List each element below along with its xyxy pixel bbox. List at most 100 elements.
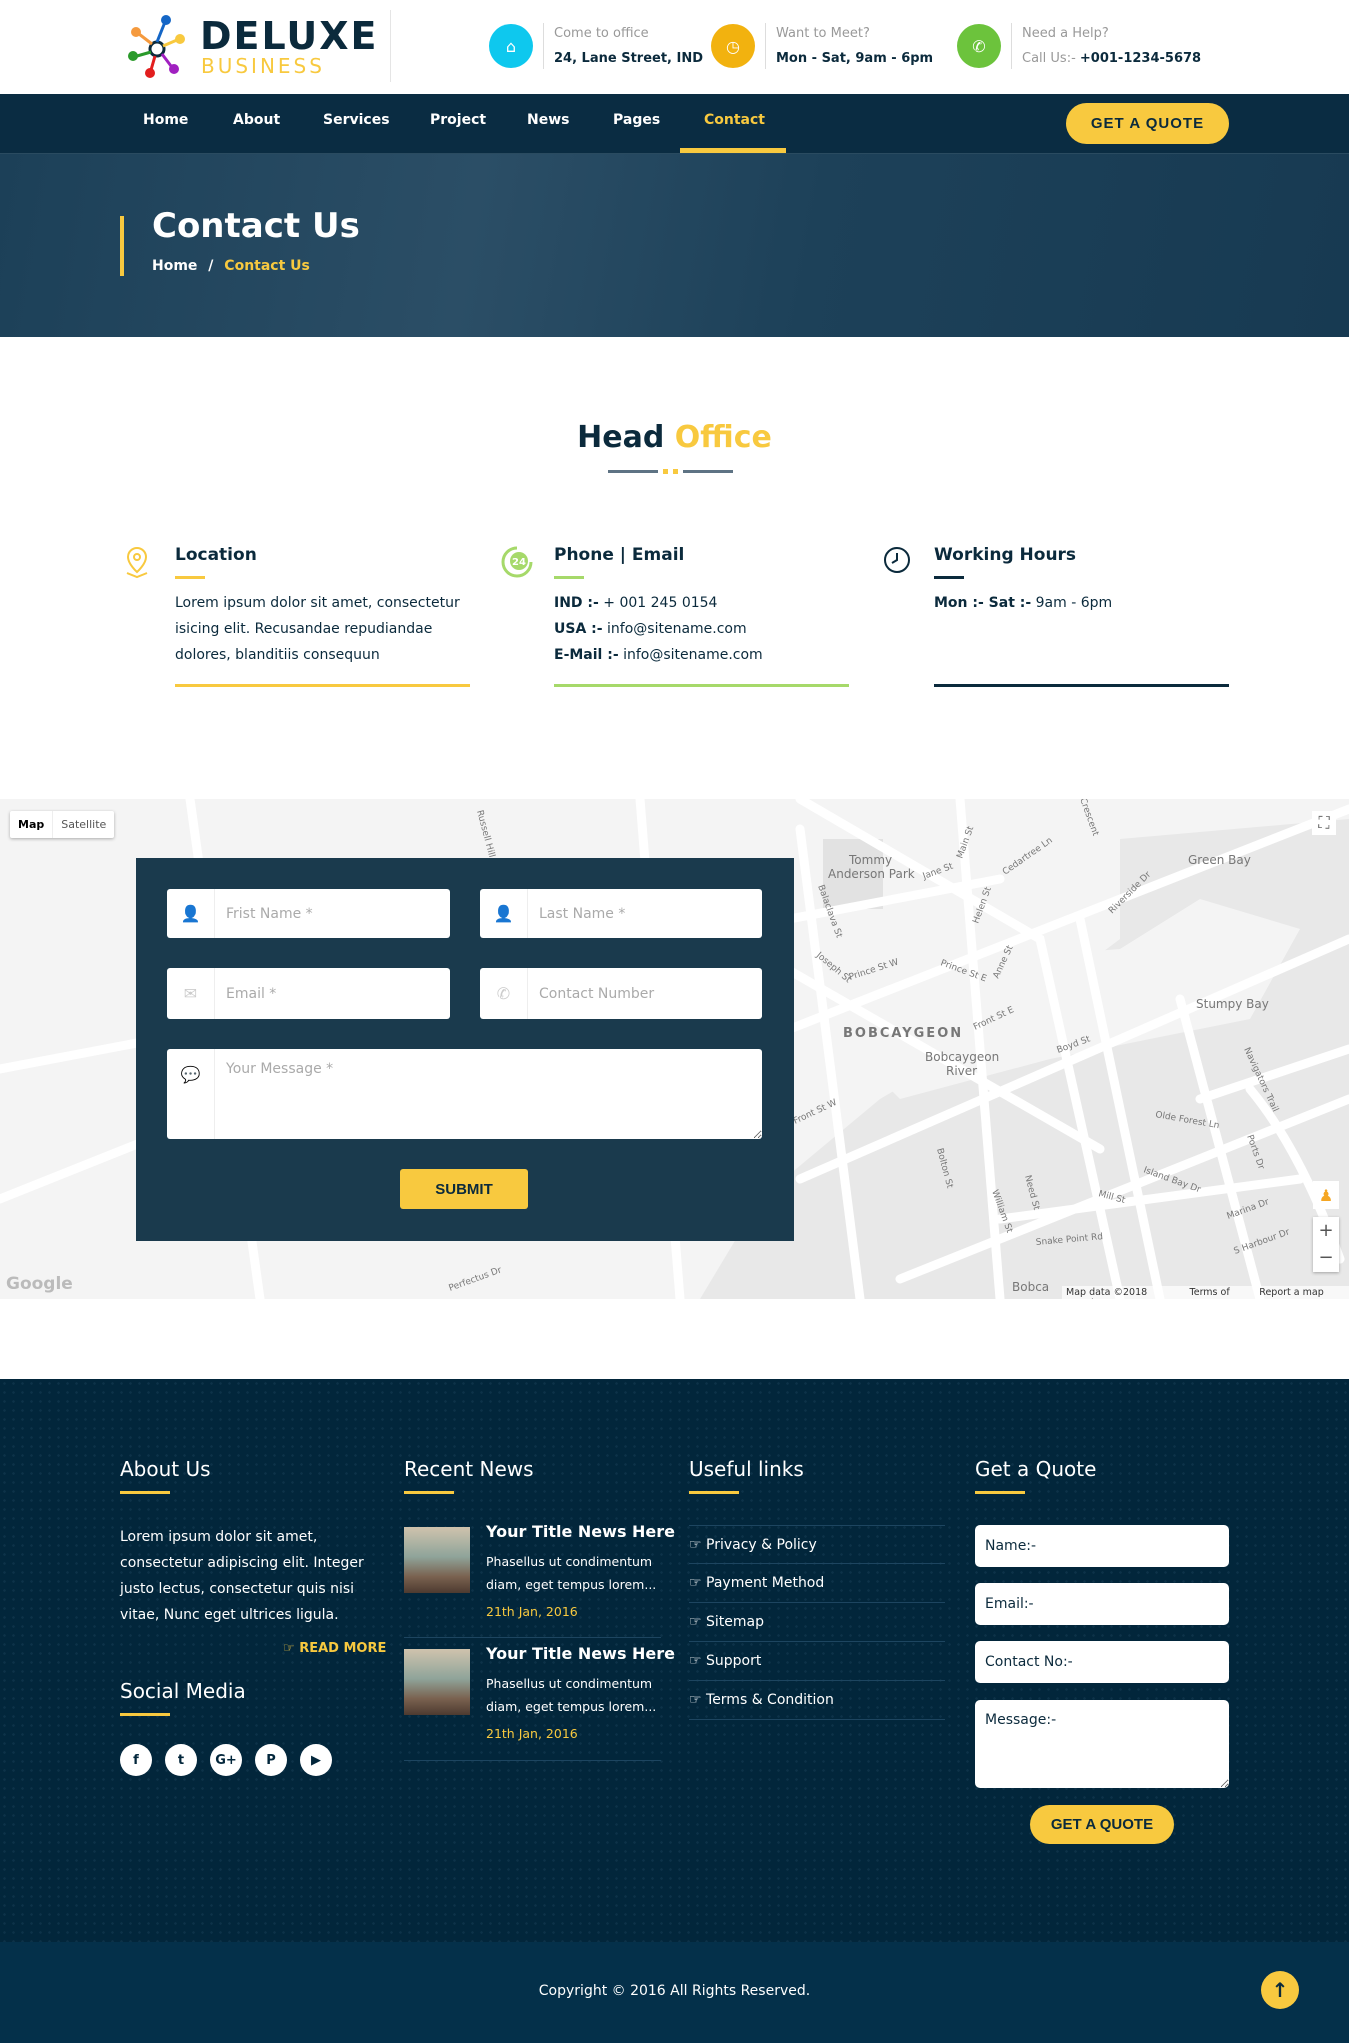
google-plus-icon[interactable]: G+ xyxy=(210,1744,242,1776)
link-terms-condition[interactable]: ☞ Terms & Condition xyxy=(689,1681,945,1720)
text-key: Mon :- Sat :- xyxy=(934,595,1032,611)
facebook-icon[interactable]: f xyxy=(120,1744,152,1776)
phone-value: + 001 245 0154 xyxy=(603,595,718,611)
nav-news[interactable]: News xyxy=(527,112,569,128)
map-label: Prince St W xyxy=(848,957,900,982)
map-type-satellite[interactable]: Satellite xyxy=(53,811,114,838)
header-info-office: ⌂ Come to office 24, Lane Street, IND xyxy=(489,23,703,69)
youtube-icon[interactable]: ▶ xyxy=(300,1744,332,1776)
divider xyxy=(404,1637,661,1638)
read-more-link[interactable]: ☞ READ MORE xyxy=(283,1641,386,1656)
submit-button[interactable]: SUBMIT xyxy=(400,1169,528,1209)
news-item-title[interactable]: Your Title News Here xyxy=(486,1522,675,1541)
header-info-help: ✆ Need a Help? Call Us:- +001-1234-5678 xyxy=(957,23,1201,69)
link-support[interactable]: ☞ Support xyxy=(689,1642,945,1681)
link-privacy-policy[interactable]: ☞ Privacy & Policy xyxy=(689,1526,945,1564)
quote-name-input[interactable] xyxy=(975,1525,1229,1567)
column-bottom-line xyxy=(934,684,1229,687)
page-banner: Contact Us Home / Contact Us xyxy=(0,153,1349,337)
street-view-pegman-icon[interactable]: ♟ xyxy=(1313,1181,1339,1209)
get-quote-button[interactable]: GET A QUOTE xyxy=(1066,103,1229,144)
twitter-icon[interactable]: t xyxy=(165,1744,197,1776)
breadcrumb: Home / Contact Us xyxy=(152,258,310,274)
nav-pages[interactable]: Pages xyxy=(613,112,660,128)
brand-name: Deluxe xyxy=(200,14,379,58)
message-field: 💬 xyxy=(167,1049,762,1139)
terms-link[interactable]: Terms of Use xyxy=(1190,1287,1248,1299)
text-key: IND :- xyxy=(554,595,599,611)
fullscreen-icon[interactable]: ⛶ xyxy=(1312,811,1336,835)
divider xyxy=(390,10,391,82)
banner-accent xyxy=(120,216,124,276)
map-type-map[interactable]: Map xyxy=(10,811,54,838)
user-icon: 👤 xyxy=(167,889,215,938)
map-label: Bobcaygeon xyxy=(925,1050,999,1064)
map-label: Tommy xyxy=(848,853,892,867)
email-link[interactable]: info@sitename.com xyxy=(623,647,763,663)
divider xyxy=(1011,23,1012,69)
news-item-title[interactable]: Your Title News Here xyxy=(486,1644,675,1663)
clock-icon xyxy=(884,547,910,573)
email-link[interactable]: info@sitename.com xyxy=(607,621,747,637)
useful-links-list: ☞ Privacy & Policy ☞ Payment Method ☞ Si… xyxy=(689,1525,945,1720)
title-underline xyxy=(554,576,584,579)
title-underline xyxy=(975,1491,1025,1494)
report-error-link[interactable]: Report a map error xyxy=(1259,1287,1345,1299)
google-logo: Google xyxy=(6,1274,73,1294)
news-item-text: Phasellus ut condimentum diam, eget tempu… xyxy=(486,1672,656,1718)
first-name-input[interactable] xyxy=(215,889,450,938)
header-info-hours: ◷ Want to Meet? Mon - Sat, 9am - 6pm xyxy=(711,23,933,69)
working-hours-title: Working Hours xyxy=(934,545,1077,565)
quote-contact-input[interactable] xyxy=(975,1641,1229,1683)
quote-email-input[interactable] xyxy=(975,1583,1229,1625)
map-label: River xyxy=(946,1064,977,1078)
nav-services[interactable]: Services xyxy=(323,112,390,128)
quote-message-input[interactable]: Message:- xyxy=(975,1700,1229,1788)
zoom-control: + − xyxy=(1313,1217,1339,1272)
footer: About Us Lorem ipsum dolor sit amet, con… xyxy=(0,1379,1349,1942)
map-attribution: Map data ©2018 Google Terms of Use Report … xyxy=(1062,1286,1349,1299)
title-underline xyxy=(934,576,964,579)
svg-text:24: 24 xyxy=(512,557,526,568)
social-title: Social Media xyxy=(120,1679,246,1703)
info-value: Mon - Sat, 9am - 6pm xyxy=(776,51,934,66)
nav-project[interactable]: Project xyxy=(430,112,486,128)
message-input[interactable] xyxy=(215,1049,762,1139)
link-label: Privacy & Policy xyxy=(706,1537,817,1553)
news-thumbnail[interactable] xyxy=(404,1649,470,1715)
nav-contact[interactable]: Contact xyxy=(704,112,765,128)
first-name-field: 👤 xyxy=(167,889,450,938)
map-label: Cedartree Ln xyxy=(1001,836,1055,878)
map-label: Front St W xyxy=(792,1098,839,1127)
link-payment-method[interactable]: ☞ Payment Method xyxy=(689,1564,945,1603)
news-thumbnail[interactable] xyxy=(404,1527,470,1593)
section-title: Head Office xyxy=(0,420,1349,455)
link-label: Payment Method xyxy=(706,1575,825,1591)
phone-email-text: IND :- + 001 245 0154 USA :- info@sitena… xyxy=(554,590,854,668)
read-more-label: READ MORE xyxy=(299,1641,387,1656)
quote-submit-button[interactable]: GET A QUOTE xyxy=(1030,1805,1174,1844)
thumb-icon: ☞ xyxy=(283,1641,295,1656)
email-input[interactable] xyxy=(215,968,450,1019)
news-title: Recent News xyxy=(404,1457,534,1481)
last-name-input[interactable] xyxy=(528,889,762,938)
clock-icon: ◷ xyxy=(711,24,755,68)
contact-number-input[interactable] xyxy=(528,968,762,1019)
phone-icon: ✆ xyxy=(957,24,1001,68)
pinterest-icon[interactable]: P xyxy=(255,1744,287,1776)
map-label: Crescent xyxy=(1077,799,1100,838)
breadcrumb-home[interactable]: Home xyxy=(152,258,197,274)
nav-about[interactable]: About xyxy=(233,112,280,128)
column-bottom-line xyxy=(554,684,849,687)
info-label: Come to office xyxy=(554,26,649,41)
scroll-to-top-arrow-icon[interactable]: ↑ xyxy=(1261,1971,1299,2009)
phone-icon: ✆ xyxy=(480,968,528,1019)
envelope-icon: ✉ xyxy=(167,968,215,1019)
zoom-in-button[interactable]: + xyxy=(1313,1217,1339,1244)
info-label: Want to Meet? xyxy=(776,26,870,41)
map-label: BOBCAYGEON xyxy=(843,1026,963,1041)
link-sitemap[interactable]: ☞ Sitemap xyxy=(689,1603,945,1642)
text-key: USA :- xyxy=(554,621,603,637)
zoom-out-button[interactable]: − xyxy=(1313,1244,1339,1271)
nav-home[interactable]: Home xyxy=(143,112,188,128)
